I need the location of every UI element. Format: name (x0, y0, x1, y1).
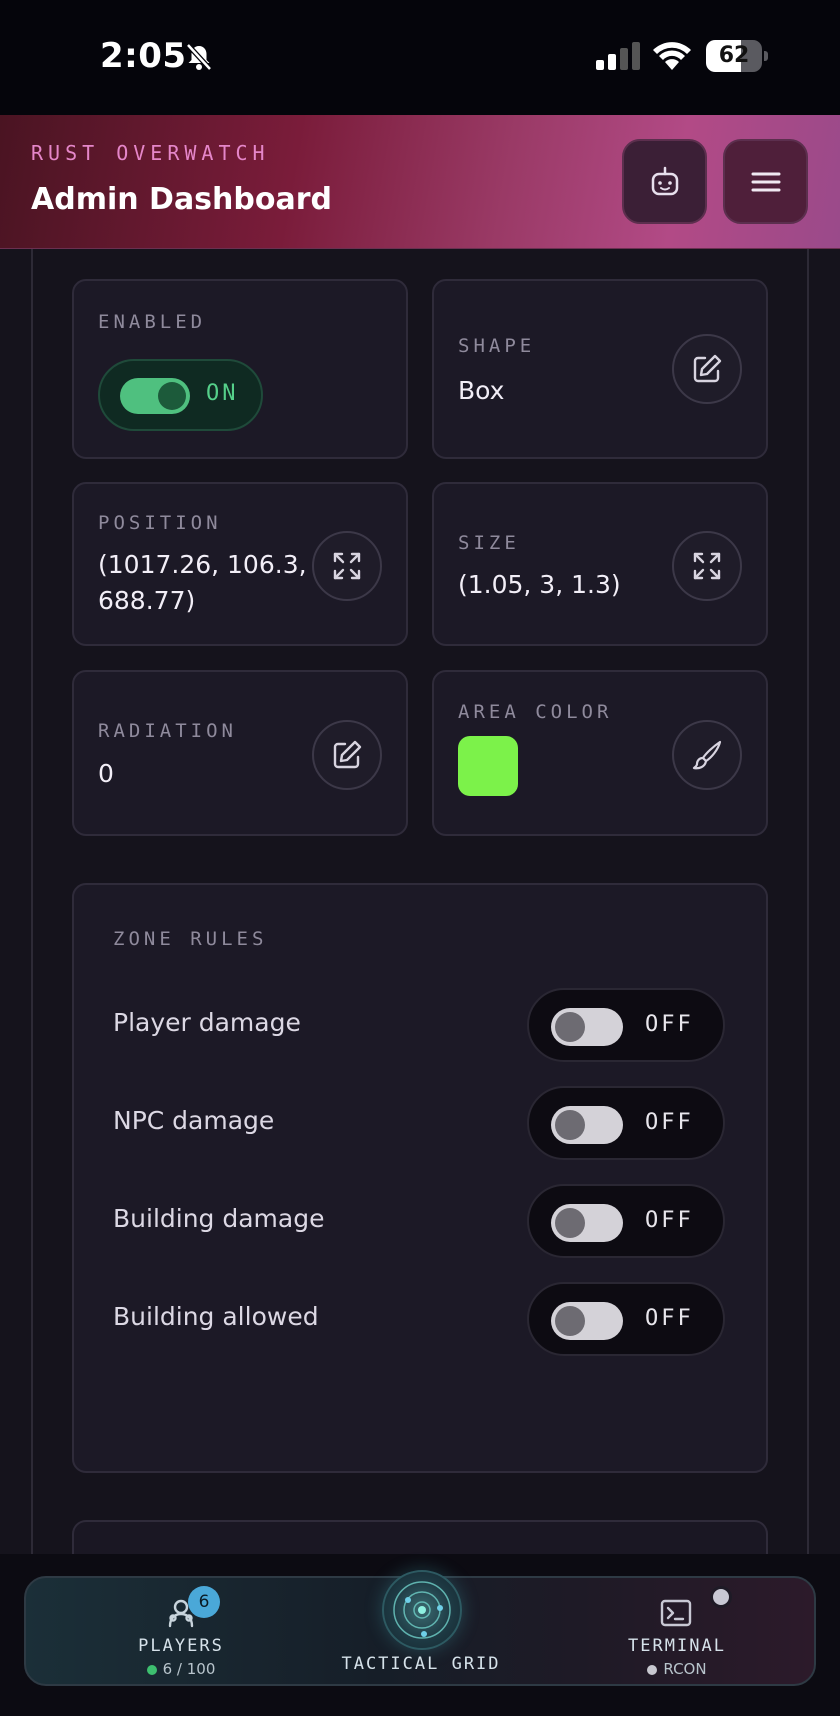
toggle-state: OFF (645, 1110, 694, 1135)
area-color-swatch (458, 736, 518, 796)
shape-value: Box (458, 376, 505, 405)
radiation-label: RADIATION (98, 720, 237, 742)
robot-icon (651, 166, 678, 195)
area-color-card: AREA COLOR (432, 670, 768, 836)
toggle-switch-off (551, 1008, 623, 1046)
expand-icon (693, 552, 721, 580)
building-damage-toggle[interactable]: OFF (527, 1184, 725, 1258)
nav-tactical-grid[interactable]: TACTICAL GRID (326, 1570, 516, 1688)
menu-button[interactable] (723, 139, 808, 224)
building-allowed-toggle[interactable]: OFF (527, 1282, 725, 1356)
position-label: POSITION (98, 512, 222, 534)
bottom-nav: 6 PLAYERS 6 / 100 TACTICAL GRID TERMINAL… (24, 1570, 816, 1688)
enabled-toggle[interactable]: ON (98, 359, 263, 431)
rule-label: NPC damage (113, 1106, 275, 1135)
nav-tactical-grid-label: TACTICAL GRID (341, 1654, 501, 1674)
status-bar: 2:05 62 (0, 0, 840, 115)
nav-terminal-label: TERMINAL (628, 1636, 726, 1656)
size-value: (1.05, 3, 1.3) (458, 570, 621, 599)
app-subtitle: RUST OVERWATCH (31, 141, 270, 165)
status-time: 2:05 (100, 36, 187, 76)
assistant-button[interactable] (622, 139, 707, 224)
zone-rules-card: ZONE RULES Player damage OFF NPC damage … (72, 883, 768, 1473)
rule-row-building-damage: Building damage OFF (74, 1184, 770, 1258)
toggle-switch-off (551, 1106, 623, 1144)
rule-label: Building damage (113, 1204, 325, 1233)
edit-size-button[interactable] (672, 531, 742, 601)
position-value-line1: (1017.26, 106.3, (98, 550, 307, 579)
toggle-switch-off (551, 1204, 623, 1242)
radar-icon (382, 1570, 462, 1650)
player-damage-toggle[interactable]: OFF (527, 988, 725, 1062)
expand-icon (333, 552, 361, 580)
nav-terminal[interactable]: TERMINAL RCON (582, 1578, 772, 1688)
pick-color-button[interactable] (672, 720, 742, 790)
rule-label: Building allowed (113, 1302, 319, 1331)
edit-radiation-button[interactable] (312, 720, 382, 790)
position-card: POSITION (1017.26, 106.3, 688.77) (72, 482, 408, 646)
enabled-state: ON (206, 381, 239, 406)
enabled-label: ENABLED (98, 311, 207, 333)
radiation-value: 0 (98, 759, 114, 788)
position-value-line2: 688.77) (98, 586, 196, 615)
app-header: RUST OVERWATCH Admin Dashboard (0, 115, 840, 249)
players-badge: 6 (188, 1586, 220, 1618)
edit-icon (693, 354, 722, 383)
edit-shape-button[interactable] (672, 334, 742, 404)
radiation-card: RADIATION 0 (72, 670, 408, 836)
players-count: 6 / 100 (86, 1660, 276, 1678)
rule-row-building-allowed: Building allowed OFF (74, 1282, 770, 1356)
area-color-label: AREA COLOR (458, 701, 613, 723)
battery-level: 62 (718, 43, 750, 68)
size-card: SIZE (1.05, 3, 1.3) (432, 482, 768, 646)
rule-label: Player damage (113, 1008, 301, 1037)
toggle-state: OFF (645, 1012, 694, 1037)
brush-icon (692, 740, 722, 770)
page-title: Admin Dashboard (31, 182, 332, 217)
nav-players-label: PLAYERS (138, 1636, 224, 1656)
battery-indicator: 62 (706, 40, 768, 72)
zone-rules-title: ZONE RULES (113, 928, 268, 950)
nav-players[interactable]: 6 PLAYERS 6 / 100 (86, 1578, 276, 1688)
toggle-switch-off (551, 1302, 623, 1340)
edit-position-button[interactable] (312, 531, 382, 601)
terminal-status-dot (710, 1586, 732, 1608)
rule-row-player-damage: Player damage OFF (74, 988, 770, 1062)
npc-damage-toggle[interactable]: OFF (527, 1086, 725, 1160)
toggle-state: OFF (645, 1208, 694, 1233)
size-label: SIZE (458, 532, 520, 554)
rule-row-npc-damage: NPC damage OFF (74, 1086, 770, 1160)
frame-border-right (807, 249, 809, 1554)
terminal-icon (660, 1599, 692, 1627)
bell-off-icon (186, 43, 212, 71)
toggle-switch-on (120, 378, 190, 414)
terminal-status: RCON (582, 1660, 772, 1678)
toggle-state: OFF (645, 1306, 694, 1331)
edit-icon (333, 740, 362, 769)
hamburger-menu-icon (751, 172, 780, 191)
shape-card: SHAPE Box (432, 279, 768, 459)
enabled-card: ENABLED ON (72, 279, 408, 459)
shape-label: SHAPE (458, 335, 536, 357)
wifi-icon (653, 42, 691, 70)
cellular-signal-icon (596, 42, 640, 70)
frame-border-left (31, 249, 33, 1554)
